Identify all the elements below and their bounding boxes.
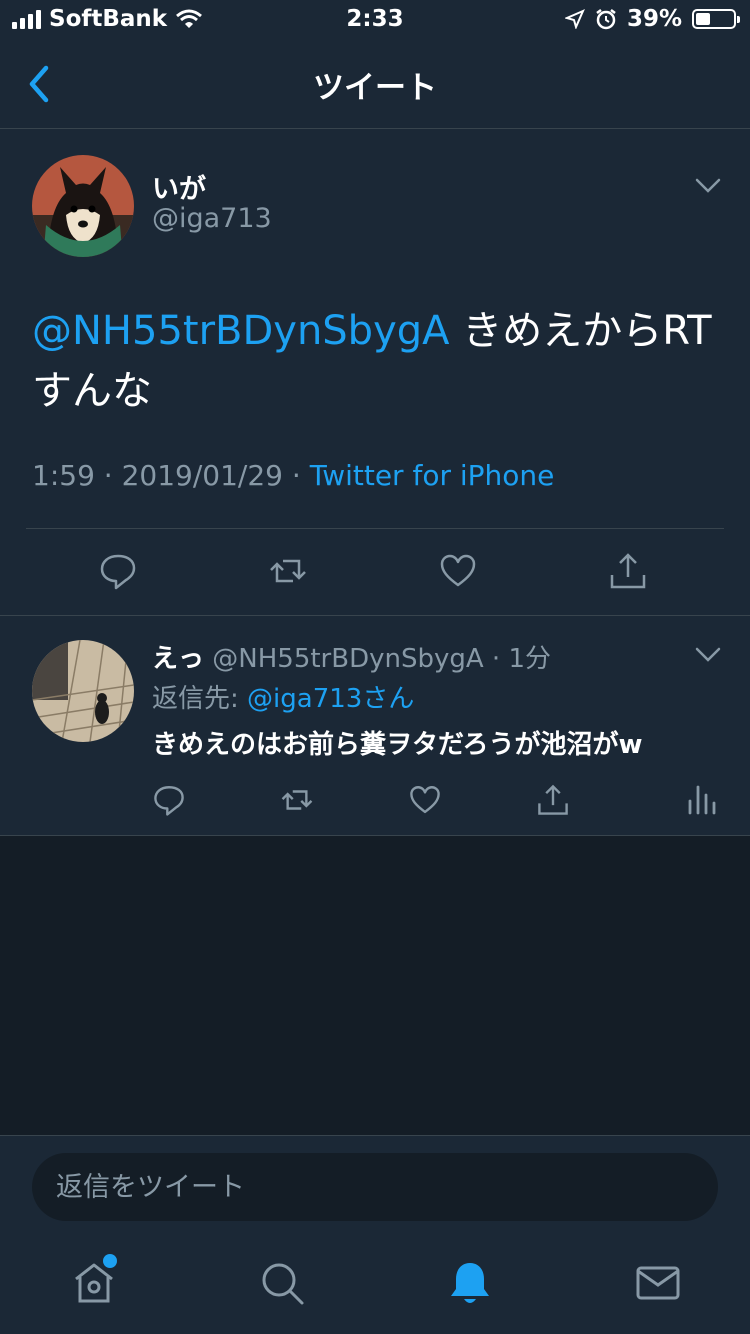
tweet-source-link[interactable]: Twitter for iPhone — [310, 459, 555, 492]
reply-input[interactable] — [32, 1153, 718, 1221]
retweet-icon[interactable] — [280, 783, 314, 817]
status-bar: SoftBank 2:33 39% — [0, 0, 750, 40]
author-handle[interactable]: @iga713 — [152, 203, 272, 234]
share-icon[interactable] — [608, 551, 648, 591]
like-heart-icon[interactable] — [408, 783, 442, 817]
replying-to-label: 返信先: — [152, 684, 248, 714]
main-tweet: いが @iga713 @NH55trBDynSbygA きめえからRT すんな … — [0, 129, 750, 616]
tweet-time: 1:59 — [32, 459, 95, 492]
reply-header: えっ @NH55trBDynSbygA · 1分 — [152, 644, 551, 674]
battery-icon — [692, 9, 740, 29]
reply-icon[interactable] — [152, 783, 186, 817]
reply-composer — [0, 1135, 750, 1242]
messages-envelope-icon[interactable] — [634, 1259, 682, 1307]
replying-to: 返信先: @iga713さん — [152, 678, 414, 715]
author-handle[interactable]: @NH55trBDynSbygA — [212, 644, 483, 674]
tweet-actions — [0, 551, 750, 595]
analytics-icon[interactable] — [684, 783, 718, 817]
reply-icon[interactable] — [98, 551, 138, 591]
tweet-text: @NH55trBDynSbygA きめえからRT すんな — [32, 301, 732, 421]
tweet-meta: 1:59 · 2019/01/29 · Twitter for iPhone — [32, 459, 555, 492]
navigation-bar: ツイート — [0, 40, 750, 129]
replying-to-mention[interactable]: @iga713さん — [247, 684, 414, 714]
author-name[interactable]: えっ — [152, 644, 204, 674]
divider — [26, 528, 724, 529]
unread-dot — [103, 1254, 117, 1268]
reply-text: きめえのはお前ら糞ヲタだろうが池沼がw — [152, 730, 643, 760]
reply-tweet[interactable]: えっ @NH55trBDynSbygA · 1分 返信先: @iga713さん … — [0, 616, 750, 836]
battery-percent: 39% — [626, 6, 682, 32]
avatar[interactable] — [32, 640, 134, 742]
avatar[interactable] — [32, 155, 134, 257]
notifications-bell-icon[interactable] — [446, 1259, 494, 1307]
chevron-down-icon[interactable] — [694, 646, 722, 664]
author-name[interactable]: いが — [152, 167, 206, 206]
search-icon[interactable] — [258, 1259, 306, 1307]
share-icon[interactable] — [536, 783, 570, 817]
reply-time: 1分 — [508, 644, 551, 674]
tab-bar — [0, 1241, 750, 1334]
mention-link[interactable]: @NH55trBDynSbygA — [32, 308, 450, 354]
like-heart-icon[interactable] — [438, 551, 478, 591]
alarm-icon — [596, 9, 616, 30]
retweet-icon[interactable] — [268, 551, 308, 591]
reply-actions — [0, 783, 750, 819]
location-icon — [564, 9, 585, 29]
tweet-date: 2019/01/29 — [121, 459, 283, 492]
page-title: ツイート — [313, 70, 437, 106]
chevron-down-icon[interactable] — [694, 177, 722, 195]
